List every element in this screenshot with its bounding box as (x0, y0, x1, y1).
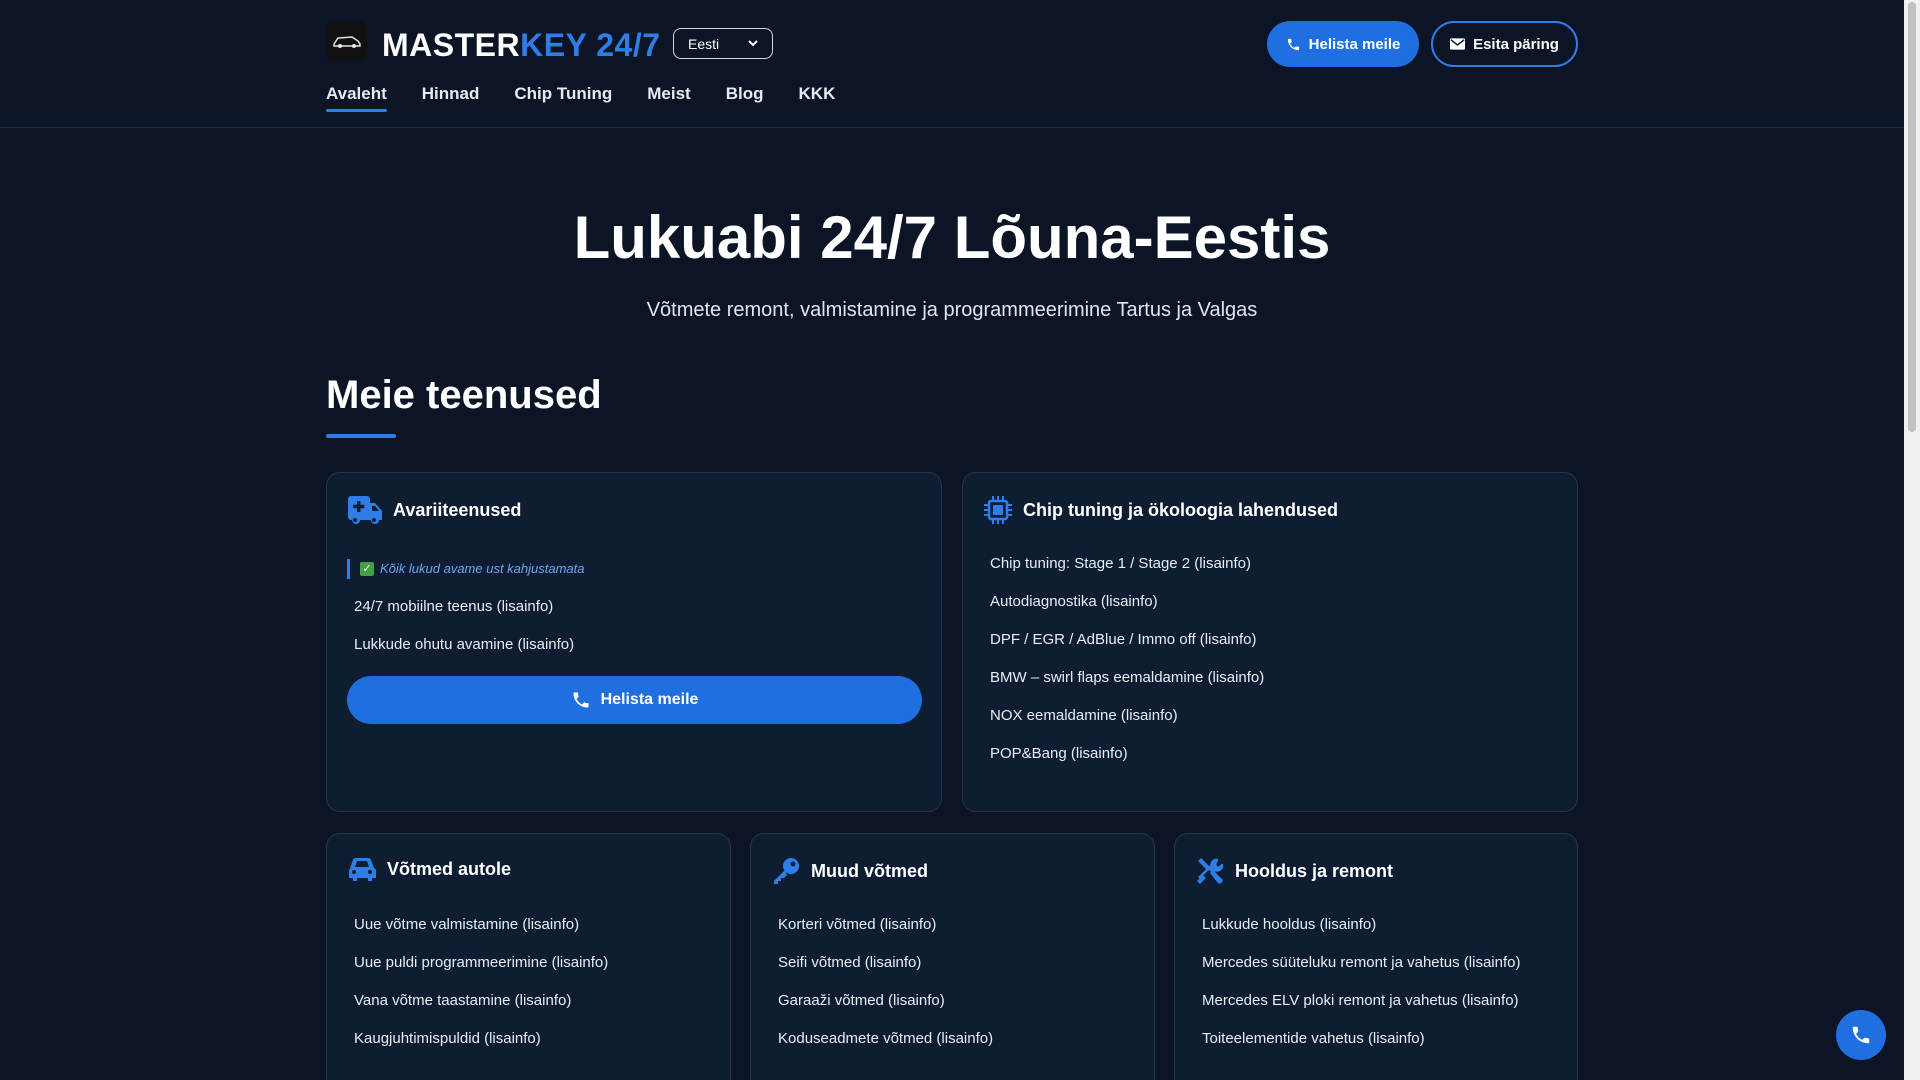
service-list: 24/7 mobiilne teenus (lisainfo) Lukkude … (354, 588, 574, 664)
list-item[interactable]: Koduseadmete võtmed (lisainfo) (778, 1020, 993, 1058)
card-title: Chip tuning ja ökoloogia lahendused (1023, 499, 1338, 520)
services-title-underline (326, 434, 396, 438)
language-value: Eesti (688, 35, 720, 52)
card-title: Hooldus ja remont (1235, 860, 1394, 881)
hero-title: Lukuabi 24/7 Lõuna-Eestis (573, 204, 1331, 271)
phone-icon (1852, 1026, 1870, 1044)
submit-query-label: Esita päring (1473, 35, 1559, 53)
call-us-label: Helista meile (1308, 35, 1401, 53)
card-title: Võtmed autole (387, 858, 512, 879)
card-call-button[interactable]: Helista meile (347, 676, 922, 724)
service-list: Lukkude hooldus (lisainfo) Mercedes süüt… (1202, 906, 1521, 1058)
list-item[interactable]: Uue võtme valmistamine (lisainfo) (354, 906, 608, 944)
check-icon: ✓ (360, 562, 374, 576)
services-title: Meie teenused (326, 373, 602, 417)
nav-item-blog[interactable]: Blog (726, 84, 764, 112)
page-scrollbar[interactable] (1904, 0, 1920, 1080)
nav-item-prices[interactable]: Hinnad (422, 84, 480, 112)
submit-query-button[interactable]: Esita päring (1431, 21, 1578, 67)
ambulance-icon (348, 496, 382, 524)
list-item[interactable]: Uue puldi programmeerimine (lisainfo) (354, 944, 608, 982)
service-list: Korteri võtmed (lisainfo) Seifi võtmed (… (778, 906, 993, 1058)
list-item[interactable]: Lukkude hooldus (lisainfo) (1202, 906, 1521, 944)
nav-item-about[interactable]: Meist (647, 84, 690, 112)
service-list: Chip tuning: Stage 1 / Stage 2 (lisainfo… (990, 545, 1264, 773)
card-header: Hooldus ja remont (1195, 856, 1393, 886)
list-item[interactable]: Seifi võtmed (lisainfo) (778, 944, 993, 982)
car-logo-icon (332, 36, 361, 48)
service-card-chip-tuning: Chip tuning ja ökoloogia lahendused Chip… (962, 472, 1578, 812)
card-header: Chip tuning ja ökoloogia lahendused (983, 495, 1338, 525)
key-icon (774, 858, 799, 884)
list-item[interactable]: Korteri võtmed (lisainfo) (778, 906, 993, 944)
info-note-text: Kõik lukud avame ust kahjustamata (380, 561, 585, 576)
nav-item-home[interactable]: Avaleht (326, 84, 387, 112)
list-item[interactable]: Vana võtme taastamine (lisainfo) (354, 982, 608, 1020)
logo[interactable] (326, 21, 367, 61)
call-us-button[interactable]: Helista meile (1267, 21, 1419, 67)
hero-subtitle: Võtmete remont, valmistamine ja programm… (646, 299, 1258, 321)
scrollbar-thumb[interactable] (1908, 2, 1916, 432)
service-card-maintenance: Hooldus ja remont Lukkude hooldus (lisai… (1174, 833, 1578, 1080)
logo-text-part1: MASTER (382, 27, 521, 63)
envelope-icon (1450, 38, 1466, 50)
language-select[interactable]: Eesti (673, 28, 773, 59)
card-header: Muud võtmed (771, 856, 928, 886)
list-item[interactable]: NOX eemaldamine (lisainfo) (990, 697, 1264, 735)
phone-icon (1287, 38, 1299, 50)
service-card-other-keys: Muud võtmed Korteri võtmed (lisainfo) Se… (750, 833, 1155, 1080)
site-header: MASTERKEY 24/7 Eesti Helista meile Esita… (0, 0, 1904, 128)
list-item[interactable]: POP&Bang (lisainfo) (990, 735, 1264, 773)
info-note: ✓ Kõik lukud avame ust kahjustamata (347, 559, 585, 579)
card-title: Muud võtmed (811, 860, 928, 881)
nav-item-faq[interactable]: KKK (799, 84, 836, 112)
card-call-label: Helista meile (600, 691, 699, 708)
list-item[interactable]: Garaaži võtmed (lisainfo) (778, 982, 993, 1020)
phone-icon (573, 692, 589, 708)
microchip-icon (984, 496, 1012, 524)
list-item[interactable]: Lukkude ohutu avamine (lisainfo) (354, 626, 574, 664)
list-item[interactable]: Mercedes süüteluku remont ja vahetus (li… (1202, 944, 1521, 982)
main-nav: Avaleht Hinnad Chip Tuning Meist Blog KK… (326, 84, 835, 112)
tools-icon (1197, 858, 1224, 884)
list-item[interactable]: Toiteelementide vahetus (lisainfo) (1202, 1020, 1521, 1058)
chevron-down-icon (748, 40, 758, 47)
list-item[interactable]: Kaugjuhtimispuldid (lisainfo) (354, 1020, 608, 1058)
list-item[interactable]: BMW – swirl flaps eemaldamine (lisainfo) (990, 659, 1264, 697)
list-item[interactable]: 24/7 mobiilne teenus (lisainfo) (354, 588, 574, 626)
list-item[interactable]: Mercedes ELV ploki remont ja vahetus (li… (1202, 982, 1521, 1020)
list-item[interactable]: DPF / EGR / AdBlue / Immo off (lisainfo) (990, 621, 1264, 659)
logo-text[interactable]: MASTERKEY 24/7 (382, 25, 661, 65)
service-list: Uue võtme valmistamine (lisainfo) Uue pu… (354, 906, 608, 1058)
list-item[interactable]: Chip tuning: Stage 1 / Stage 2 (lisainfo… (990, 545, 1264, 583)
car-icon (348, 857, 377, 881)
list-item[interactable]: Autodiagnostika (lisainfo) (990, 583, 1264, 621)
card-title: Avariiteenused (393, 499, 522, 520)
service-card-car-keys: Võtmed autole Uue võtme valmistamine (li… (326, 833, 731, 1080)
card-header: Võtmed autole (347, 856, 511, 882)
service-card-emergency: Avariiteenused ✓ Kõik lukud avame ust ka… (326, 472, 942, 812)
floating-call-button[interactable] (1836, 1010, 1886, 1060)
nav-item-chip-tuning[interactable]: Chip Tuning (514, 84, 612, 112)
card-header: Avariiteenused (347, 495, 521, 525)
logo-text-part2: KEY 24/7 (520, 27, 661, 63)
